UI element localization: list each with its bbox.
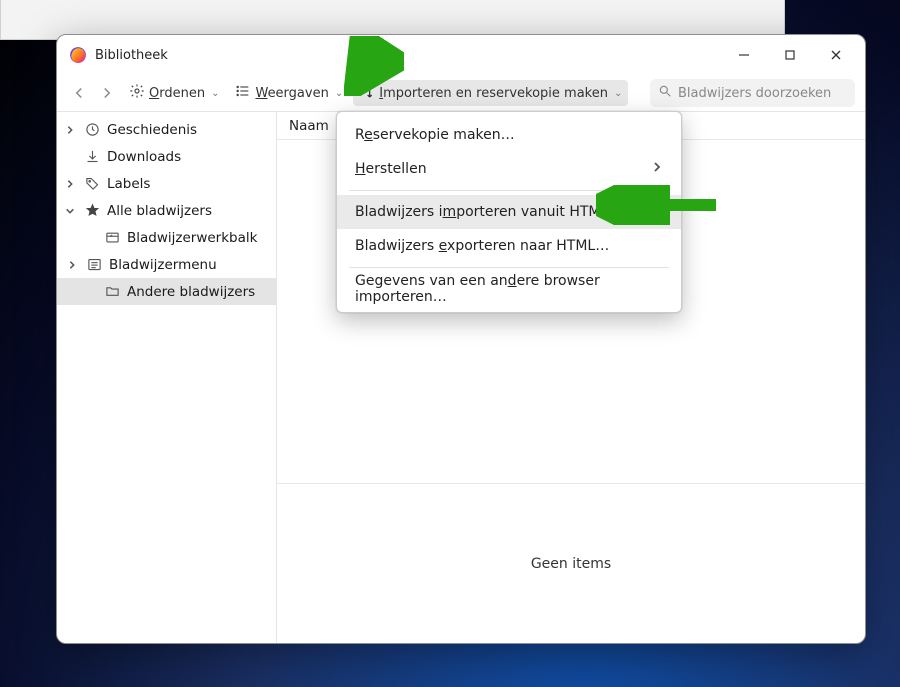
menu-label: Bladwijzers importeren vanuit HTML… xyxy=(355,204,622,220)
search-box[interactable] xyxy=(650,79,855,107)
menu-item-import-html[interactable]: Bladwijzers importeren vanuit HTML… xyxy=(337,195,681,229)
sidebar-label: Andere bladwijzers xyxy=(127,284,255,300)
gear-icon xyxy=(129,83,145,103)
menu-label: Herstellen xyxy=(355,161,427,177)
chevron-right-icon[interactable] xyxy=(65,258,79,272)
sidebar-label: Labels xyxy=(107,176,150,192)
titlebar: Bibliotheek xyxy=(57,35,865,75)
details-pane: Geen items xyxy=(277,483,865,643)
empty-state-label: Geen items xyxy=(531,556,611,572)
menu-label: Gegevens van een andere browser importer… xyxy=(355,273,663,305)
chevron-right-icon[interactable] xyxy=(63,177,77,191)
folder-icon xyxy=(104,284,120,300)
sidebar-label: Downloads xyxy=(107,149,181,165)
menu-item-restore[interactable]: Herstellen xyxy=(337,152,681,186)
chevron-down-icon: ⌄ xyxy=(335,88,343,99)
chevron-right-icon[interactable] xyxy=(63,123,77,137)
twisty-spacer xyxy=(63,150,77,164)
import-backup-label: Importeren en reservekopie maken xyxy=(379,86,608,101)
star-icon xyxy=(84,203,100,219)
sidebar: Geschiedenis Downloads Labels Alle bladw… xyxy=(57,112,277,643)
minimize-button[interactable] xyxy=(721,37,767,73)
twisty-spacer xyxy=(83,231,97,245)
sidebar-label: Bladwijzermenu xyxy=(109,257,217,273)
import-backup-dropdown: Reservekopie maken… Herstellen Bladwijze… xyxy=(336,111,682,313)
back-button[interactable] xyxy=(67,81,91,105)
menu-separator xyxy=(349,190,669,191)
import-backup-menu[interactable]: Importeren en reservekopie maken ⌄ xyxy=(353,80,628,106)
menu-separator xyxy=(349,267,669,268)
sidebar-item-bookmarks-menu[interactable]: Bladwijzermenu xyxy=(57,251,276,278)
toolbar: Ordenen ⌄ Weergaven ⌄ Importeren en rese… xyxy=(57,75,865,111)
chevron-down-icon: ⌄ xyxy=(211,88,219,99)
sidebar-item-labels[interactable]: Labels xyxy=(57,170,276,197)
toolbar-icon xyxy=(104,230,120,246)
organize-label: Ordenen xyxy=(149,86,205,101)
sidebar-item-other-bookmarks[interactable]: Andere bladwijzers xyxy=(57,278,276,305)
menu-item-import-browser[interactable]: Gegevens van een andere browser importer… xyxy=(337,272,681,306)
sidebar-item-history[interactable]: Geschiedenis xyxy=(57,116,276,143)
menu-label: Bladwijzers exporteren naar HTML… xyxy=(355,238,609,254)
column-header-label: Naam xyxy=(289,118,329,134)
search-icon xyxy=(658,84,672,102)
window-title: Bibliotheek xyxy=(95,48,721,63)
chevron-down-icon: ⌄ xyxy=(614,88,622,99)
menu-item-backup[interactable]: Reservekopie maken… xyxy=(337,118,681,152)
sidebar-item-downloads[interactable]: Downloads xyxy=(57,143,276,170)
menu-item-export-html[interactable]: Bladwijzers exporteren naar HTML… xyxy=(337,229,681,263)
chevron-right-icon xyxy=(651,161,663,177)
close-button[interactable] xyxy=(813,37,859,73)
sidebar-label: Alle bladwijzers xyxy=(107,203,212,219)
forward-button[interactable] xyxy=(95,81,119,105)
views-menu[interactable]: Weergaven ⌄ xyxy=(229,80,349,106)
tag-icon xyxy=(84,176,100,192)
organize-menu[interactable]: Ordenen ⌄ xyxy=(123,80,225,106)
import-export-icon xyxy=(359,83,375,103)
search-input[interactable] xyxy=(678,86,847,101)
sidebar-item-all-bookmarks[interactable]: Alle bladwijzers xyxy=(57,197,276,224)
sidebar-label: Bladwijzerwerkbalk xyxy=(127,230,257,246)
sidebar-item-bookmarks-toolbar[interactable]: Bladwijzerwerkbalk xyxy=(57,224,276,251)
menu-label: Reservekopie maken… xyxy=(355,127,515,143)
maximize-button[interactable] xyxy=(767,37,813,73)
clock-icon xyxy=(84,122,100,138)
views-label: Weergaven xyxy=(255,86,328,101)
window-controls xyxy=(721,37,859,73)
menu-icon xyxy=(86,257,102,273)
twisty-spacer xyxy=(83,285,97,299)
firefox-icon xyxy=(69,46,87,64)
sidebar-label: Geschiedenis xyxy=(107,122,197,138)
list-icon xyxy=(235,83,251,103)
chevron-down-icon[interactable] xyxy=(63,204,77,218)
download-icon xyxy=(84,149,100,165)
